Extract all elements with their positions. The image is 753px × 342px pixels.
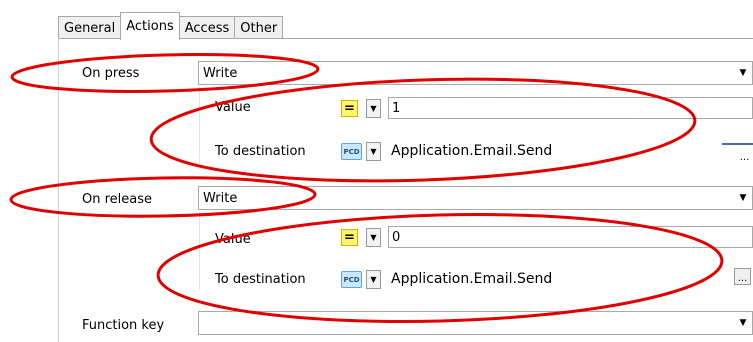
- on-press-value-input[interactable]: 1: [388, 97, 753, 119]
- tab-other[interactable]: Other: [234, 16, 284, 39]
- on-release-destination-value[interactable]: Application.Email.Send: [391, 271, 552, 287]
- field-underline: [722, 143, 753, 145]
- on-press-label: On press: [82, 66, 140, 81]
- annotation-overlay: [9, 53, 724, 323]
- tab-access[interactable]: Access: [178, 16, 236, 39]
- on-release-destination-label: To destination: [215, 272, 306, 287]
- destination-type-dropdown-button[interactable]: ▼: [366, 270, 381, 289]
- tab-general[interactable]: General: [58, 16, 122, 39]
- browse-button[interactable]: ...: [734, 268, 751, 285]
- equals-operator-icon[interactable]: =: [341, 100, 358, 117]
- on-press-action-select[interactable]: Write ▼: [198, 61, 753, 85]
- destination-type-dropdown-button[interactable]: ▼: [366, 142, 381, 161]
- equals-operator-icon[interactable]: =: [341, 229, 358, 246]
- on-release-subpanel: [199, 212, 200, 290]
- operator-dropdown-button[interactable]: ▼: [366, 228, 381, 247]
- function-key-select[interactable]: ▼: [198, 311, 753, 335]
- panel-left-border: [58, 38, 59, 342]
- on-press-destination-label: To destination: [215, 144, 306, 159]
- on-release-value-input[interactable]: 0: [388, 226, 753, 248]
- on-release-value-label: Value: [215, 232, 251, 247]
- on-release-action-select[interactable]: Write ▼: [198, 186, 753, 210]
- function-key-label: Function key: [82, 318, 165, 333]
- chevron-down-icon[interactable]: ▼: [734, 312, 752, 334]
- browse-button[interactable]: ...: [736, 146, 753, 163]
- annotation-ellipse: [149, 77, 697, 183]
- on-press-action-value: Write: [203, 65, 238, 81]
- chevron-down-icon[interactable]: ▼: [734, 62, 752, 84]
- tab-actions[interactable]: Actions: [120, 12, 180, 40]
- pcd-type-icon[interactable]: PCD: [341, 271, 362, 288]
- tab-bar: General Actions Access Other: [58, 12, 284, 40]
- on-press-value-label: Value: [215, 100, 251, 115]
- on-release-label: On release: [82, 192, 153, 207]
- on-press-destination-value[interactable]: Application.Email.Send: [391, 143, 552, 159]
- chevron-down-icon[interactable]: ▼: [734, 187, 752, 209]
- operator-dropdown-button[interactable]: ▼: [366, 99, 381, 118]
- pcd-type-icon[interactable]: PCD: [341, 143, 362, 160]
- on-release-action-value: Write: [203, 190, 238, 206]
- on-press-subpanel: [199, 86, 200, 164]
